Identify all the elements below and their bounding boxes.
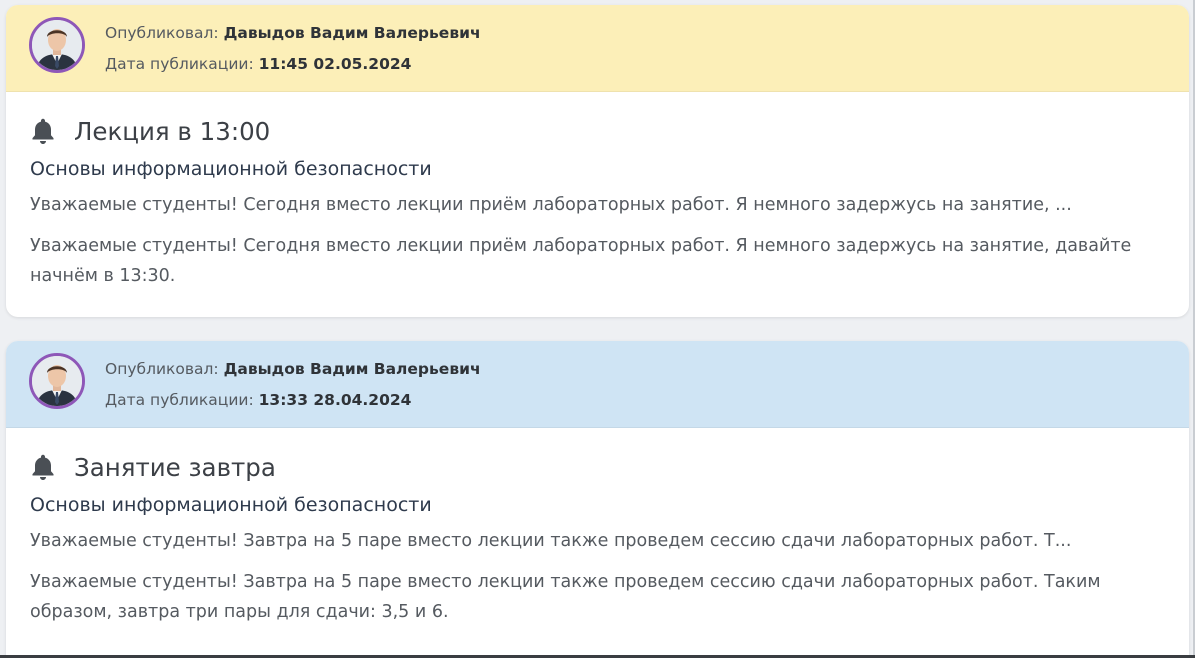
publication-date: 11:45 02.05.2024	[258, 55, 412, 73]
card-body: Занятие завтра Основы информационной без…	[6, 428, 1189, 648]
author-name[interactable]: Давыдов Вадим Валерьевич	[224, 360, 481, 378]
author-line: Опубликовал: Давыдов Вадим Валерьевич	[105, 24, 481, 42]
course-name: Основы информационной безопасности	[30, 158, 432, 180]
course-name: Основы информационной безопасности	[30, 494, 432, 516]
announcement-card[interactable]: Опубликовал: Давыдов Вадим Валерьевич Да…	[6, 341, 1189, 658]
published-at-label: Дата публикации:	[105, 391, 254, 409]
person-photo-icon	[32, 356, 82, 406]
date-line: Дата публикации: 13:33 28.04.2024	[105, 391, 411, 409]
card-body: Лекция в 13:00 Основы информационной без…	[6, 92, 1189, 312]
announcement-feed: Опубликовал: Давыдов Вадим Валерьевич Да…	[0, 0, 1195, 658]
message-preview: Уважаемые студенты! Сегодня вместо лекци…	[30, 195, 1072, 215]
announcement-card[interactable]: Опубликовал: Давыдов Вадим Валерьевич Да…	[6, 5, 1189, 317]
published-by-label: Опубликовал:	[105, 360, 219, 378]
title-row: Занятие завтра	[28, 450, 276, 484]
date-line: Дата публикации: 11:45 02.05.2024	[105, 55, 411, 73]
announcement-title: Лекция в 13:00	[74, 116, 271, 146]
card-header: Опубликовал: Давыдов Вадим Валерьевич Да…	[6, 5, 1189, 92]
bell-icon	[28, 116, 58, 146]
message-text: Уважаемые студенты! Сегодня вместо лекци…	[30, 236, 1132, 286]
message-preview: Уважаемые студенты! Завтра на 5 паре вме…	[30, 531, 1072, 551]
publication-date: 13:33 28.04.2024	[258, 391, 412, 409]
person-photo-icon	[32, 20, 82, 70]
bell-icon	[28, 452, 58, 482]
author-avatar[interactable]	[29, 353, 85, 409]
card-header: Опубликовал: Давыдов Вадим Валерьевич Да…	[6, 341, 1189, 428]
message-text: Уважаемые студенты! Завтра на 5 паре вме…	[30, 572, 1101, 622]
author-name[interactable]: Давыдов Вадим Валерьевич	[224, 24, 481, 42]
title-row: Лекция в 13:00	[28, 114, 270, 148]
author-avatar[interactable]	[29, 17, 85, 73]
published-by-label: Опубликовал:	[105, 24, 219, 42]
announcement-title: Занятие завтра	[74, 452, 276, 482]
published-at-label: Дата публикации:	[105, 55, 254, 73]
author-line: Опубликовал: Давыдов Вадим Валерьевич	[105, 360, 481, 378]
